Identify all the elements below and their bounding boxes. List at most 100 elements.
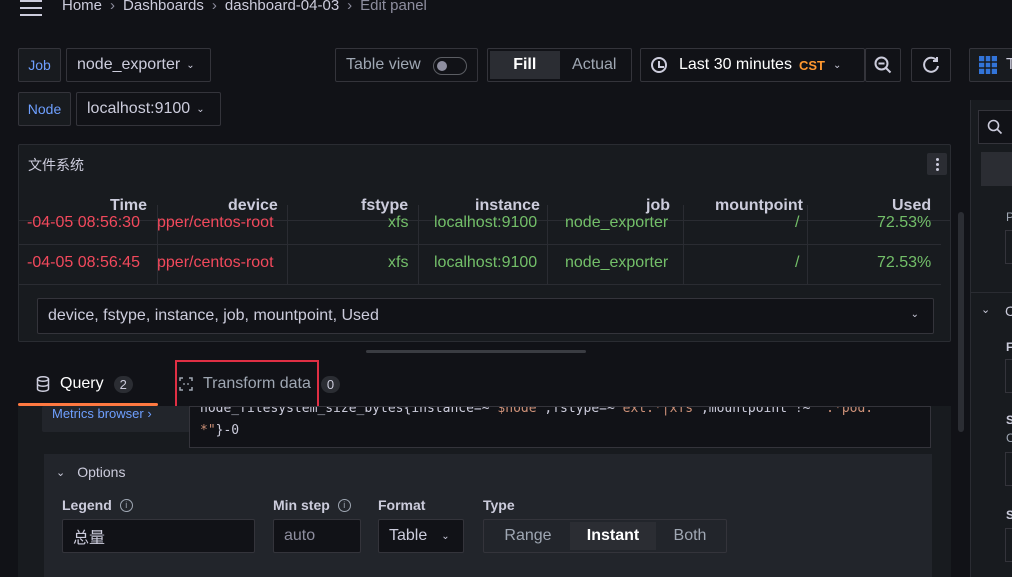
cell-mountpoint: / xyxy=(795,254,800,271)
cell-time: -04-05 08:56:45 xyxy=(27,254,140,271)
option-label: P xyxy=(1006,210,1012,224)
breadcrumb-separator: › xyxy=(347,0,353,14)
job-variable-label: Job xyxy=(18,48,61,82)
panel-menu-icon[interactable] xyxy=(927,153,947,175)
table-icon xyxy=(979,56,997,74)
type-range-button[interactable]: Range xyxy=(486,522,570,550)
options-toggle[interactable]: ⌄ Options xyxy=(56,464,125,480)
database-icon xyxy=(36,376,50,392)
breadcrumb-dashboards[interactable]: Dashboards xyxy=(123,0,204,14)
transform-count-badge: 0 xyxy=(320,375,341,393)
chevron-down-icon: ⌄ xyxy=(441,530,450,542)
min-step-input[interactable]: auto xyxy=(273,519,361,553)
column-select[interactable]: device, fstype, instance, job, mountpoin… xyxy=(37,298,934,334)
table-view-toggle[interactable]: Table view xyxy=(335,48,478,82)
panel-title: 文件系统 xyxy=(28,157,84,173)
cell-job: node_exporter xyxy=(565,254,669,271)
info-icon[interactable]: i xyxy=(337,498,351,512)
refresh-button[interactable] xyxy=(911,48,951,82)
format-label: Format xyxy=(378,497,426,513)
option-description: C xyxy=(1006,431,1012,445)
cell-job: node_exporter xyxy=(565,214,669,231)
cell-device: pper/centos-root xyxy=(157,214,274,231)
chevron-down-icon: ⌄ xyxy=(910,309,919,320)
options-pane-body: P ⌄ C F S C S xyxy=(970,100,1012,577)
chevron-down-icon: ⌄ xyxy=(56,466,66,479)
zoom-out-button[interactable] xyxy=(865,48,901,82)
table-row: -04-05 08:56:45 pper/centos-root xfs loc… xyxy=(19,245,941,285)
column-select-value: device, fstype, instance, job, mountpoin… xyxy=(48,307,379,324)
cell-instance: localhost:9100 xyxy=(434,214,538,231)
options-section: ⌄ Options Legend i 总量 Min step i auto Form… xyxy=(44,454,932,577)
top-nav-bar: Home › Dashboards › dashboard-04-03 › Edit pan… xyxy=(0,0,1012,18)
breadcrumb-separator: › xyxy=(110,0,116,14)
breadcrumb-home[interactable]: Home xyxy=(62,0,102,14)
query-editor: Metrics browser › node_filesystem_size_b… xyxy=(18,406,951,577)
cell-fstype: xfs xyxy=(388,214,409,231)
table-panel: 文件系统 Time device fstype instance job mou… xyxy=(18,144,951,342)
highlight-box xyxy=(175,360,319,410)
format-value: Table xyxy=(389,527,428,544)
cell-fstype: xfs xyxy=(388,254,409,271)
clock-icon xyxy=(651,57,667,73)
cell-used: 72.53% xyxy=(877,254,932,271)
legend-input[interactable]: 总量 xyxy=(62,519,255,553)
option-input[interactable] xyxy=(1005,528,1012,562)
tab-query-label: Query xyxy=(60,375,104,392)
type-label: Type xyxy=(483,497,515,513)
pane-resize-handle[interactable] xyxy=(366,350,586,353)
option-label: S xyxy=(1006,413,1012,427)
breadcrumb-current: Edit panel xyxy=(360,0,427,14)
chevron-down-icon: ⌄ xyxy=(186,59,195,71)
option-label: F xyxy=(1006,340,1012,354)
cell-used: 72.53% xyxy=(877,214,932,231)
options-pane: T P ⌄ C F S C S xyxy=(960,0,1012,577)
job-variable-value: node_exporter xyxy=(77,56,181,73)
job-variable-select[interactable]: node_exporter ⌄ xyxy=(66,48,211,82)
query-type-group: Range Instant Both xyxy=(483,519,727,553)
option-label: S xyxy=(1006,508,1012,522)
editor-tabs: Query 2 Transform data 0 xyxy=(18,360,951,406)
option-section-title: C xyxy=(1005,303,1012,319)
cell-device: pper/centos-root xyxy=(157,254,274,271)
min-step-label: Min step i xyxy=(273,497,351,513)
actual-button[interactable]: Actual xyxy=(560,51,630,79)
node-variable-select[interactable]: localhost:9100 ⌄ xyxy=(76,92,221,126)
table-view-label: Table view xyxy=(346,56,421,73)
format-select[interactable]: Table ⌄ xyxy=(378,519,464,553)
option-input[interactable] xyxy=(1005,359,1012,393)
options-tab[interactable] xyxy=(981,152,1012,186)
chevron-down-icon: ⌄ xyxy=(196,103,205,115)
tab-query[interactable]: Query 2 xyxy=(36,375,133,393)
node-variable-label: Node xyxy=(18,92,71,126)
table-row: -04-05 08:56:30 pper/centos-root xfs loc… xyxy=(19,205,941,245)
timezone-badge: CST xyxy=(798,57,825,73)
options-header: Options xyxy=(77,464,126,480)
cell-time: -04-05 08:56:30 xyxy=(27,214,140,231)
info-icon[interactable]: i xyxy=(119,498,133,512)
breadcrumb-dashboard[interactable]: dashboard-04-03 xyxy=(225,0,339,14)
metrics-browser-button[interactable]: Metrics browser › xyxy=(42,406,190,432)
cell-instance: localhost:9100 xyxy=(434,254,538,271)
menu-icon[interactable] xyxy=(20,0,42,16)
chevron-down-icon: ⌄ xyxy=(832,59,842,71)
query-code-editor[interactable]: node_filesystem_size_bytes{instance=~"$n… xyxy=(189,406,931,448)
zoom-out-icon xyxy=(874,56,892,74)
breadcrumb-separator: › xyxy=(211,0,217,14)
type-instant-button[interactable]: Instant xyxy=(570,522,656,550)
query-count-badge: 2 xyxy=(113,375,133,393)
time-range-label: Last 30 minutes xyxy=(679,56,792,73)
toggle-switch[interactable] xyxy=(433,57,467,75)
type-both-button[interactable]: Both xyxy=(656,522,724,550)
time-range-picker[interactable]: Last 30 minutes CST ⌄ xyxy=(640,48,865,82)
visualization-name: T xyxy=(1006,56,1012,73)
options-search-input[interactable] xyxy=(978,110,1012,144)
option-input[interactable] xyxy=(1005,230,1012,264)
fill-actual-group: Fill Actual xyxy=(487,48,632,82)
option-input[interactable] xyxy=(1005,452,1012,486)
visualization-picker[interactable]: T xyxy=(969,48,1012,82)
chevron-down-icon[interactable]: ⌄ xyxy=(981,303,990,316)
fill-button[interactable]: Fill xyxy=(490,51,560,79)
refresh-icon xyxy=(923,56,939,73)
cell-mountpoint: / xyxy=(795,214,800,231)
